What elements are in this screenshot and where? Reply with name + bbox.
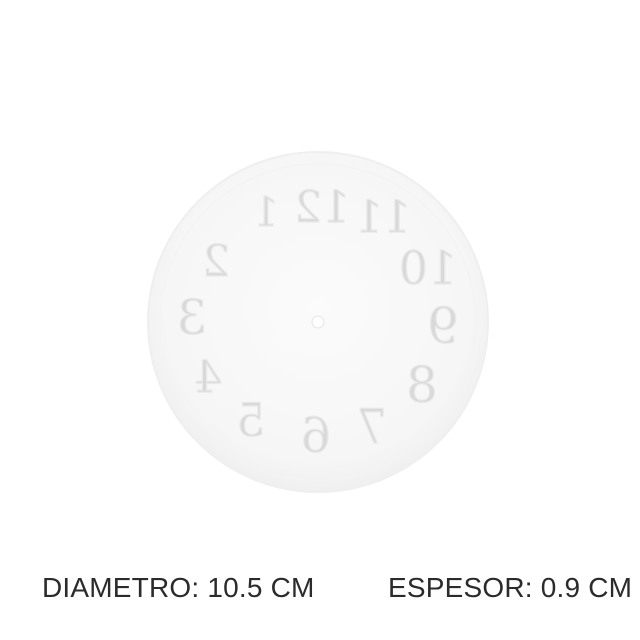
thickness-caption: ESPESOR: 0.9 CM — [388, 572, 633, 603]
clock-mold-image: 1 12 11 10 9 8 7 6 5 4 3 2 — [147, 151, 489, 493]
numeral-7: 7 — [357, 399, 388, 455]
numeral-12: 12 — [294, 183, 350, 234]
numeral-5: 5 — [236, 393, 265, 447]
product-photo: 1 12 11 10 9 8 7 6 5 4 3 2 DIAMETRO: 10.… — [0, 0, 640, 640]
center-hole — [311, 315, 325, 329]
numeral-11: 11 — [355, 193, 411, 244]
numeral-4: 4 — [194, 353, 222, 404]
numeral-10: 10 — [399, 241, 458, 295]
numeral-9: 9 — [427, 297, 459, 355]
diameter-caption: DIAMETRO: 10.5 CM — [42, 572, 315, 603]
numeral-3: 3 — [177, 290, 208, 346]
numeral-8: 8 — [406, 356, 438, 414]
numeral-1: 1 — [253, 190, 278, 236]
numeral-6: 6 — [301, 408, 332, 464]
numeral-2: 2 — [202, 237, 230, 288]
